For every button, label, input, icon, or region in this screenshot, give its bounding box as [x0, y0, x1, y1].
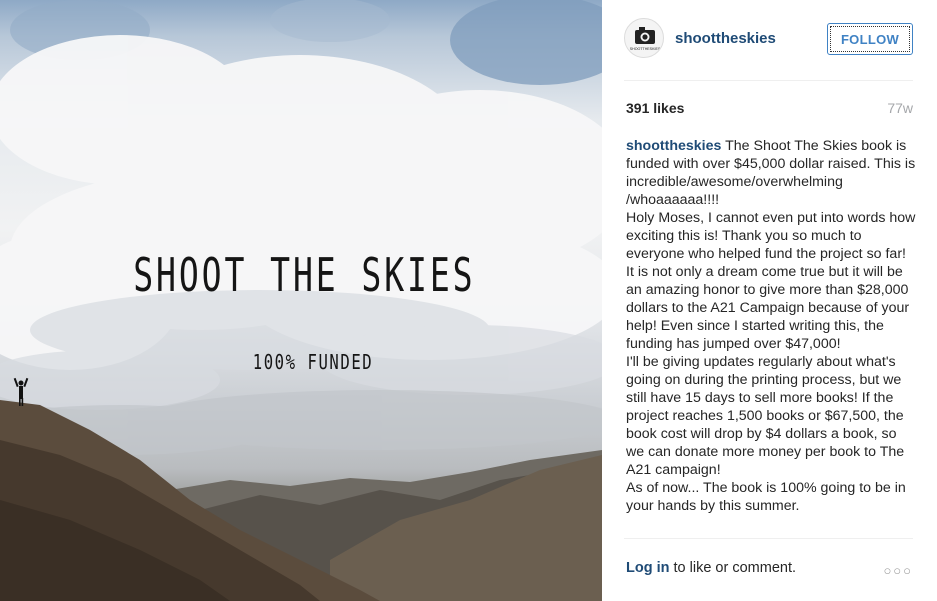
photo-subtitle-text: 100% FUNDED	[252, 350, 374, 374]
footer-prompt: Log in to like or comment.	[626, 560, 796, 576]
caption: shoottheskies The Shoot The Skies book i…	[626, 137, 917, 515]
caption-text-2: Holy Moses, I cannot even put into words…	[626, 210, 916, 352]
ellipsis-icon[interactable]: ○○○	[883, 563, 913, 578]
caption-text-4: As of now... The book is 100% going to b…	[626, 480, 906, 514]
caption-username-link[interactable]: shoottheskies	[626, 138, 721, 154]
avatar[interactable]: SHOOTTHESKIES	[624, 18, 664, 58]
post-details-panel: SHOOTTHESKIES shoottheskies FOLLOW 391 l…	[602, 0, 937, 601]
photo-title-text: SHOOT THE SKIES	[133, 248, 476, 302]
avatar-logo-text: SHOOTTHESKIES	[630, 47, 661, 51]
footer-text: to like or comment.	[669, 560, 797, 576]
follow-button[interactable]: FOLLOW	[827, 23, 913, 55]
caption-line-1: shoottheskies The Shoot The Skies book i…	[626, 137, 917, 209]
login-link[interactable]: Log in	[626, 560, 670, 576]
caption-text-3: I'll be giving updates regularly about w…	[626, 354, 905, 478]
header-divider	[624, 80, 913, 81]
likes-count[interactable]: 391 likes	[626, 100, 684, 116]
camera-logo-icon: SHOOTTHESKIES	[630, 27, 661, 51]
post-photo[interactable]: SHOOT THE SKIES 100% FUNDED	[0, 0, 602, 601]
username-link[interactable]: shoottheskies	[675, 30, 776, 47]
post-time[interactable]: 77w	[887, 100, 913, 116]
footer-divider	[624, 538, 913, 539]
post-header: SHOOTTHESKIES shoottheskies FOLLOW	[602, 0, 937, 80]
